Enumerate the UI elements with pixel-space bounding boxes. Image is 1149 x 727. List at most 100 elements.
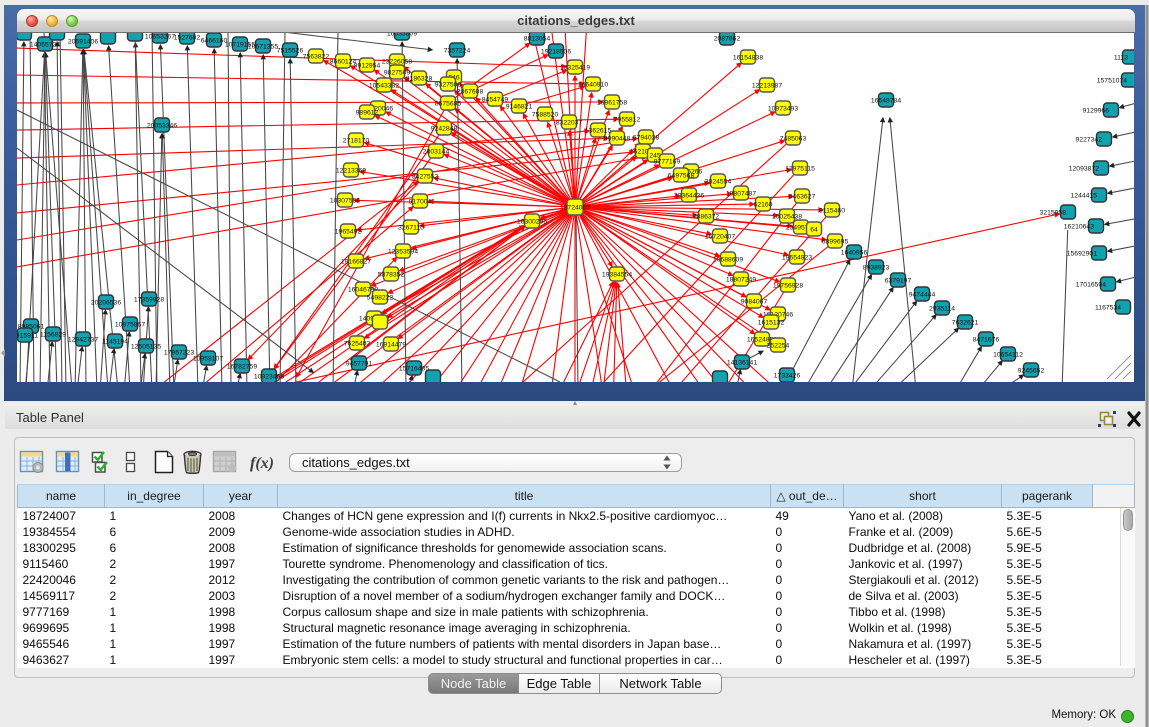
svg-text:989612: 989612 [356, 110, 379, 117]
svg-text:7357224: 7357224 [444, 48, 471, 55]
svg-text:2718170: 2718170 [343, 138, 370, 145]
svg-text:17359928: 17359928 [134, 297, 164, 304]
svg-text:12942737: 12942737 [68, 337, 98, 344]
svg-text:12975115: 12975115 [785, 166, 815, 173]
svg-text:16210643: 16210643 [1064, 224, 1094, 231]
svg-text:9474444: 9474444 [909, 292, 936, 299]
svg-text:1113: 1113 [1114, 55, 1128, 62]
svg-text:12093872: 12093872 [1069, 166, 1099, 173]
svg-text:7625402: 7625402 [344, 341, 371, 348]
svg-text:6899695: 6899695 [822, 239, 849, 246]
svg-text:8938923: 8938923 [863, 265, 890, 272]
svg-text:9327508: 9327508 [435, 82, 462, 89]
svg-text:19218506: 19218506 [541, 49, 571, 56]
svg-text:3824554: 3824554 [705, 179, 732, 186]
svg-text:20206536: 20206536 [91, 300, 121, 307]
svg-text:10975867: 10975867 [115, 322, 145, 329]
svg-text:1615132: 1615132 [758, 320, 785, 327]
svg-text:15716485: 15716485 [399, 366, 429, 373]
svg-text:5498222: 5498222 [367, 295, 394, 302]
svg-text:16640910: 16640910 [578, 82, 608, 89]
svg-text:1244415: 1244415 [1071, 193, 1098, 200]
svg-text:15720407: 15720407 [705, 234, 735, 241]
svg-text:8454749: 8454749 [482, 97, 509, 104]
svg-text:2935114: 2935114 [929, 306, 955, 313]
svg-text:1167534: 1167534 [1095, 305, 1121, 312]
svg-text:8990448: 8990448 [604, 136, 631, 143]
svg-text:2803144: 2803144 [423, 149, 450, 156]
svg-text:6379197: 6379197 [885, 278, 912, 285]
svg-text:9227342: 9227342 [1076, 137, 1103, 144]
svg-text:8186328: 8186328 [406, 76, 433, 83]
svg-text:16914479: 16914479 [376, 342, 406, 349]
svg-text:252254: 252254 [767, 343, 790, 350]
svg-text:12213369: 12213369 [336, 168, 366, 175]
svg-text:20691406: 20691406 [68, 39, 98, 46]
svg-text:7515526: 7515526 [277, 48, 304, 55]
svg-text:14055724: 14055724 [30, 42, 60, 49]
svg-text:7485063: 7485063 [780, 136, 807, 143]
svg-text:10923468: 10923468 [254, 374, 284, 381]
svg-text:10653267: 10653267 [145, 34, 175, 41]
svg-text:19756928: 19756928 [773, 283, 803, 290]
svg-text:9242848: 9242848 [431, 126, 458, 133]
svg-text:14136141: 14136141 [727, 360, 757, 367]
svg-text:18300295: 18300295 [517, 219, 547, 226]
svg-text:10654112: 10654112 [993, 352, 1023, 359]
svg-text:16961758: 16961758 [597, 100, 627, 107]
svg-text:10543382: 10543382 [369, 83, 399, 90]
svg-text:15751074: 15751074 [1097, 78, 1127, 85]
svg-text:12213987: 12213987 [752, 83, 782, 90]
svg-text:8660124: 8660124 [330, 59, 357, 66]
svg-text:f(x): f(x) [250, 455, 274, 472]
svg-text:8813054: 8813054 [524, 36, 551, 43]
svg-text:17957223: 17957223 [164, 350, 194, 357]
svg-text:20053346: 20053346 [147, 123, 177, 130]
svg-text:8675685: 8675685 [435, 101, 462, 108]
svg-text:6497568: 6497568 [668, 173, 695, 180]
svg-text:18724007: 18724007 [560, 205, 590, 212]
svg-text:2867608: 2867608 [457, 89, 484, 96]
svg-text:19384554: 19384554 [602, 272, 632, 279]
svg-text:5878352: 5878352 [378, 272, 405, 279]
svg-text:3915911: 3915911 [17, 333, 38, 340]
svg-text:7563822: 7563822 [303, 54, 330, 61]
svg-text:9777169: 9777169 [654, 159, 681, 166]
svg-text:9457791: 9457791 [346, 361, 373, 368]
svg-text:16033809: 16033809 [387, 33, 417, 38]
svg-text:12505135: 12505135 [131, 344, 161, 351]
svg-text:16648784: 16648784 [871, 98, 901, 105]
svg-text:16782759: 16782759 [227, 364, 257, 371]
svg-text:19166827: 19166827 [341, 259, 371, 266]
svg-text:1733426: 1733426 [774, 373, 801, 380]
svg-text:3267110: 3267110 [398, 225, 424, 232]
svg-text:1156829: 1156829 [40, 332, 66, 339]
svg-text:6466160: 6466160 [201, 38, 228, 45]
svg-text:8471676: 8471676 [973, 337, 1000, 344]
svg-text:64: 64 [810, 227, 818, 234]
svg-text:10307554: 10307554 [330, 198, 360, 205]
svg-text:20364436: 20364436 [674, 193, 704, 200]
svg-text:8322037: 8322037 [556, 120, 583, 127]
svg-text:10688609: 10688609 [713, 257, 743, 264]
svg-text:17016504: 17016504 [1076, 282, 1106, 289]
svg-text:1145194: 1145194 [102, 339, 128, 346]
svg-text:3215958: 3215958 [1040, 210, 1067, 217]
svg-text:8427552: 8427552 [412, 174, 439, 181]
svg-text:1362615: 1362615 [585, 128, 612, 135]
svg-text:9115460: 9115460 [819, 208, 845, 215]
svg-text:10671355: 10671355 [248, 44, 278, 51]
svg-text:1965492: 1965492 [335, 229, 362, 236]
svg-text:7632621: 7632621 [952, 320, 979, 327]
svg-text:7886372: 7886372 [693, 214, 720, 221]
svg-text:7588520: 7588520 [532, 112, 559, 119]
svg-text:9129966: 9129966 [1083, 108, 1110, 115]
svg-text:10958107: 10958107 [193, 356, 223, 363]
svg-text:9146821: 9146821 [506, 104, 533, 111]
svg-text:16154838: 16154838 [733, 55, 763, 62]
svg-text:917004: 917004 [409, 199, 432, 206]
svg-text:9245652: 9245652 [1018, 368, 1045, 375]
svg-text:7955812: 7955812 [614, 117, 641, 124]
svg-text:62160: 62160 [754, 202, 773, 209]
svg-text:15692901: 15692901 [1067, 251, 1097, 258]
